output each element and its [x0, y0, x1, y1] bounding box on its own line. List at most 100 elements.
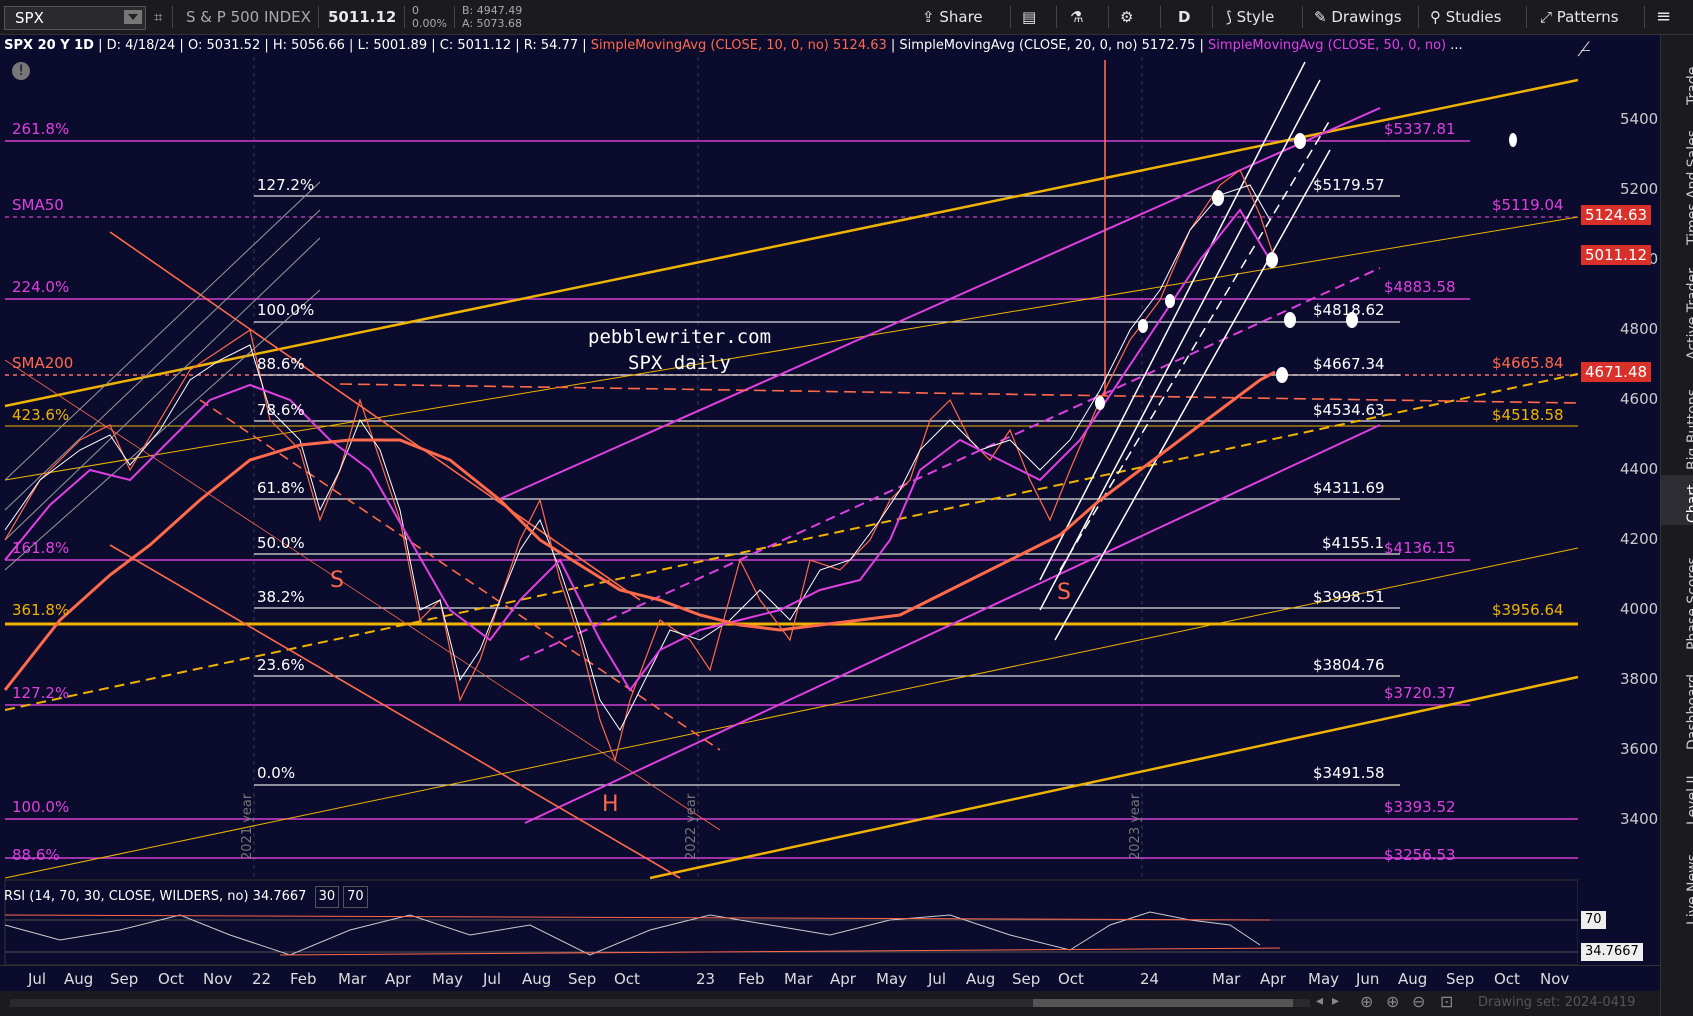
fib-price-label: $5179.57 — [1313, 176, 1385, 194]
fib-left-1618: 161.8% — [12, 539, 70, 557]
fib-right-4665: $4665.84 — [1492, 354, 1564, 372]
fib-right-4136: $4136.15 — [1384, 539, 1456, 557]
x-tick: Jul — [483, 970, 502, 988]
fib-left-1272: 127.2% — [12, 684, 70, 702]
fib-left-224: 224.0% — [12, 278, 70, 296]
fib-mid-100: 100.0% — [257, 301, 315, 319]
sidebar-tab-chart[interactable]: Chart — [1661, 475, 1693, 525]
fib-right-4883: $4883.58 — [1384, 278, 1456, 296]
fib-right-3720: $3720.37 — [1384, 684, 1456, 702]
price-tick: 5400 — [1620, 110, 1659, 128]
chart-info-bar: SPX 20 Y 1D | D: 4/18/24 | O: 5031.52 | … — [0, 35, 1580, 57]
price-tick: 3800 — [1620, 670, 1659, 688]
fib-mid-0: 0.0% — [257, 764, 296, 782]
zoom-fit-icon[interactable]: ⊡ — [1440, 992, 1453, 1011]
x-tick: Feb — [738, 970, 765, 988]
scroll-left-icon[interactable]: ◂ — [1316, 993, 1323, 1009]
watermark-line1: pebblewriter.com — [588, 326, 772, 348]
x-tick: Oct — [1058, 970, 1084, 988]
x-tick: Sep — [110, 970, 139, 988]
price-tick: 5200 — [1620, 180, 1659, 198]
x-tick: Aug — [64, 970, 94, 988]
rsi-value-tag: 34.7667 — [1581, 943, 1643, 961]
time-axis: Jul Aug Sep Oct Nov 22 Feb Mar Apr May J… — [0, 965, 1660, 992]
fib-mid-382: 38.2% — [257, 588, 305, 606]
fib-mid-786: 78.6% — [257, 401, 305, 419]
last-price-tag: 5011.12 — [1581, 245, 1652, 265]
sidebar-tab-dashboard[interactable]: Dashboard — [1661, 660, 1693, 750]
fib-right-4518: $4518.58 — [1492, 406, 1564, 424]
fib-price-label: $3804.76 — [1313, 656, 1385, 674]
fib-right-5119: $5119.04 — [1492, 196, 1564, 214]
x-tick: Mar — [1212, 970, 1241, 988]
label-s-right: S — [1057, 580, 1071, 605]
chart-scrollbar[interactable] — [10, 999, 1310, 1007]
orange-downtrend-1 — [109, 231, 641, 601]
sidebar-tab-times-and-sales[interactable]: Times And Sales — [1661, 115, 1693, 245]
x-tick: Aug — [522, 970, 552, 988]
fib-price-label: $4818.62 — [1313, 301, 1385, 319]
magenta-channel-upper — [499, 107, 1381, 500]
x-tick: Jun — [1356, 970, 1380, 988]
price-tick: 4600 — [1620, 390, 1659, 408]
fib-left-3618: 361.8% — [12, 601, 70, 619]
year-label: 2023 year — [1128, 793, 1143, 860]
fib-mid-618: 61.8% — [257, 479, 305, 497]
price-tick: 4800 — [1620, 320, 1659, 338]
fib-price-label: $3998.51 — [1313, 588, 1385, 606]
x-tick: Apr — [385, 970, 411, 988]
x-tick: Sep — [1012, 970, 1041, 988]
price-tick: 3400 — [1620, 810, 1659, 828]
sidebar-tab-trade[interactable]: Trade — [1661, 45, 1693, 105]
fib-mid-236: 23.6% — [257, 656, 305, 674]
fib-left-sma50: SMA50 — [12, 196, 64, 214]
x-tick: Oct — [158, 970, 184, 988]
fib-left-4236: 423.6% — [12, 406, 70, 424]
x-tick: 23 — [696, 970, 716, 988]
fib-left-sma200: SMA200 — [12, 354, 74, 372]
fib-price-label: $4155.1 — [1322, 534, 1385, 552]
fib-price-label: $3491.58 — [1313, 764, 1385, 782]
label-h: H — [602, 792, 619, 817]
x-tick: Aug — [1398, 970, 1428, 988]
bottom-bar: ◂ ▸ ⊕ ⊕ ⊖ ⊡ Drawing set: 2024-0419 — [0, 991, 1660, 1016]
sidebar-tab-phase-scores[interactable]: Phase Scores — [1661, 535, 1693, 650]
x-tick: Mar — [784, 970, 813, 988]
scale-icon[interactable]: ⎯̸ — [1581, 39, 1590, 60]
watermark-line2: SPX daily — [628, 352, 731, 374]
fib-right-3393: $3393.52 — [1384, 798, 1456, 816]
x-tick: Sep — [568, 970, 597, 988]
scrollbar-thumb[interactable] — [1033, 999, 1293, 1007]
x-tick: 22 — [252, 970, 272, 988]
sidebar-tab-live-news[interactable]: Live News — [1661, 835, 1693, 925]
fib-price-label: $4534.63 — [1313, 401, 1385, 419]
x-tick: May — [1308, 970, 1340, 988]
sidebar-tab-level-ii[interactable]: Level II — [1661, 760, 1693, 825]
orange-downtrend-2 — [109, 544, 681, 879]
year-label: 2022 year — [684, 793, 699, 860]
year-label: 2021 year — [240, 793, 255, 860]
rsi-70-tag: 70 — [1581, 911, 1606, 929]
sidebar-tab-big-buttons[interactable]: Big Buttons — [1661, 370, 1693, 470]
scroll-right-icon[interactable]: ▸ — [1332, 993, 1339, 1009]
x-tick: Sep — [1446, 970, 1475, 988]
x-tick: May — [432, 970, 464, 988]
x-tick: Aug — [966, 970, 996, 988]
sidebar-tab-active-trader[interactable]: Active Trader — [1661, 255, 1693, 360]
fib-right-3956: $3956.64 — [1492, 601, 1564, 619]
x-tick: Apr — [1260, 970, 1286, 988]
fib-mid-886: 88.6% — [257, 355, 305, 373]
x-tick: Mar — [338, 970, 367, 988]
x-tick: Oct — [614, 970, 640, 988]
sma200-price-tag: 4671.48 — [1581, 362, 1652, 382]
info-icon[interactable]: ! — [12, 62, 30, 80]
price-tick: 4400 — [1620, 460, 1659, 478]
zoom-out-icon[interactable]: ⊖ — [1412, 992, 1425, 1011]
crosshair-icon[interactable]: ⊕ — [1360, 992, 1373, 1011]
fib-right-3256: $3256.53 — [1384, 846, 1456, 864]
chart-title: SPX 20 Y 1D — [4, 38, 94, 53]
drawing-set-label: Drawing set: 2024-0419 — [1478, 995, 1636, 1010]
x-tick: Jul — [928, 970, 947, 988]
zoom-in-icon[interactable]: ⊕ — [1386, 992, 1399, 1011]
right-sidebar: Trade Times And Sales Active Trader Big … — [1660, 35, 1693, 1016]
